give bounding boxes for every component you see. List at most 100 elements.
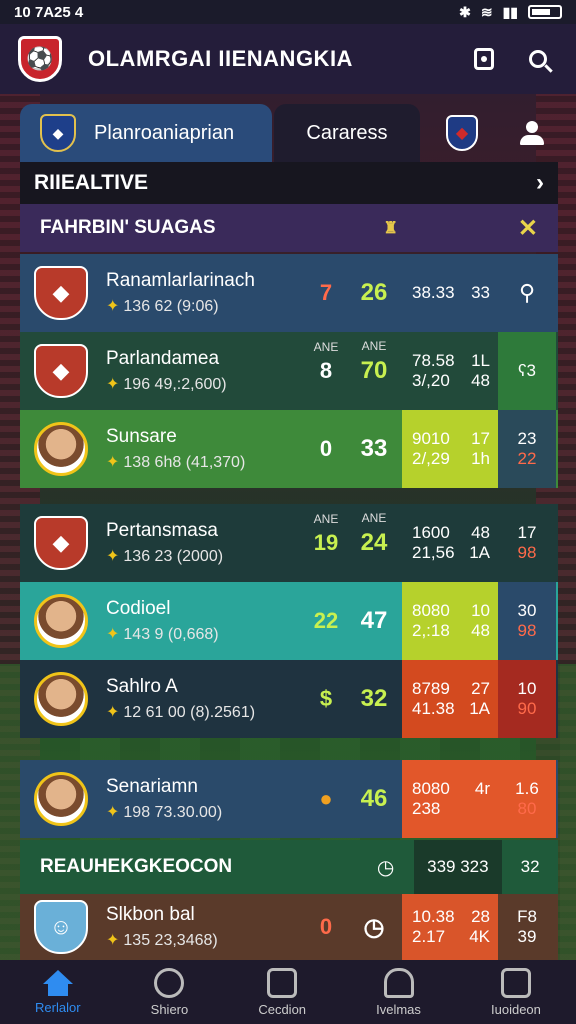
- section-header[interactable]: RIIEALTIVE ›: [20, 162, 558, 204]
- player-stats-line: ✦ 12 61 00 (8).2561): [106, 702, 306, 722]
- player-info: Ranamlarlarinach ✦ 136 62 (9:06): [106, 270, 306, 316]
- stat-value: 1A: [469, 699, 490, 718]
- stat-value: 38.33: [412, 283, 455, 302]
- tail-value: 22: [517, 449, 537, 468]
- player-stats-line: ✦ 136 23 (2000): [106, 546, 306, 566]
- player-stats-text: 138 6h8 (41,370): [123, 454, 246, 471]
- player-info: Pertansmasa ✦ 136 23 (2000): [106, 520, 306, 566]
- score-secondary-value: 33: [360, 435, 388, 462]
- tabbar-item-shield[interactable]: Shiero: [151, 967, 188, 1017]
- player-stats-text: 198 73.30.00): [123, 804, 223, 821]
- group-header: FAHRBIN' SUAGAS ♜ ✕: [20, 204, 558, 252]
- stats-block: 8080 4r 238: [402, 760, 498, 838]
- stat-value: 41.38: [412, 699, 455, 718]
- player-info: Slkbon bal ✦ 135 23,3468): [106, 904, 306, 950]
- stat-value: 48: [471, 523, 490, 542]
- table-row[interactable]: ◆ Ranamlarlarinach ✦ 136 62 (9:06) 7 26 38.33 3…: [20, 254, 558, 332]
- player-name: Codioel: [106, 598, 171, 619]
- tail-block[interactable]: ⚲: [498, 254, 556, 332]
- tail-value: 23: [517, 429, 537, 448]
- club-crest-button[interactable]: ◆: [446, 115, 478, 151]
- tab-active[interactable]: ◆ Planroaniaprian: [20, 104, 272, 162]
- section-title: RIIEALTIVE: [34, 171, 148, 194]
- avatar: ◆: [34, 266, 88, 320]
- search-button[interactable]: [518, 39, 558, 79]
- player-stats-line: ✦ 138 6h8 (41,370): [106, 452, 306, 472]
- notifications-button[interactable]: [464, 39, 504, 79]
- tail-value: 10: [517, 679, 537, 698]
- stat-icon: ✦: [106, 298, 120, 315]
- table-row[interactable]: Sahlro A ✦ 12 61 00 (8).2561) $32 8789 27 41.3…: [20, 660, 558, 738]
- tabbar-label: Ivelmas: [376, 1001, 421, 1017]
- wifi-icon: ≋: [480, 3, 493, 20]
- avatar: [34, 772, 88, 826]
- clock-icon[interactable]: ◷: [358, 855, 414, 880]
- stat-value: 2/,29: [412, 449, 450, 468]
- score-primary: $: [306, 686, 346, 712]
- table-row[interactable]: Codioel ✦ 143 9 (0,668) 22 47 8080 10 2,:18 48 30…: [20, 582, 558, 660]
- user-icon[interactable]: [518, 119, 546, 147]
- tabbar-item-profile[interactable]: Iuoideon: [491, 967, 541, 1017]
- player-stats-line: ✦ 135 23,3468): [106, 930, 306, 950]
- status-icons: ✱ ≋ ▮▮: [459, 4, 562, 21]
- score-label: ANE: [313, 340, 339, 354]
- score-secondary-value: 26: [360, 279, 388, 306]
- stat-value: 238: [412, 799, 441, 818]
- table-row[interactable]: ◆ Pertansmasa ✦ 136 23 (2000) ANE 19 ANE 24 1600…: [20, 504, 558, 582]
- table-row[interactable]: ◆ Parlandamea ✦ 196 49,:2,600) ANE 8 ANE 70 78.5…: [20, 332, 558, 410]
- tab-inactive[interactable]: Cararess: [274, 104, 420, 162]
- stat-value: 27: [471, 679, 490, 698]
- stat-value: 8080: [412, 601, 450, 620]
- shield-icon: [154, 967, 185, 998]
- score-secondary: ANE 24: [346, 511, 402, 557]
- player-stats-text: 136 62 (9:06): [123, 298, 219, 315]
- tail-block: 17 98: [498, 504, 556, 582]
- tabbar-item-home[interactable]: Rerlalor: [35, 969, 81, 1015]
- stat-value: 1A: [469, 543, 490, 562]
- status-time: 10 7A25 4: [14, 3, 84, 21]
- list-item[interactable]: ☺ Slkbon bal ✦ 135 23,3468) 0 ◷ 10.38 28 2…: [20, 894, 558, 960]
- stat-value: 8080: [412, 779, 450, 798]
- stat-value: 78.58: [412, 351, 455, 370]
- score-primary: 0: [319, 914, 333, 939]
- player-stats-text: 135 23,3468): [123, 932, 218, 949]
- clock-icon[interactable]: ◷: [346, 913, 402, 942]
- score-primary-value: 22: [313, 608, 339, 633]
- summary-value-2: 32: [520, 857, 540, 876]
- summary-row: REAUHEKGKEOCON ◷ 339 323 32: [20, 840, 558, 894]
- player-stats-line: ✦ 136 62 (9:06): [106, 296, 306, 316]
- tail-value: 98: [517, 543, 537, 562]
- stats-block: 8789 27 41.38 1A: [402, 660, 498, 738]
- bluetooth-icon: ✱: [459, 3, 471, 20]
- score-primary-value: 7: [319, 280, 333, 305]
- close-icon[interactable]: ✕: [518, 214, 538, 243]
- score-primary: ANE 19: [306, 512, 346, 556]
- player-info: Senariamn ✦ 198 73.30.00): [106, 776, 306, 822]
- stats-block: 9010 17 2/,29 1h: [402, 410, 498, 488]
- score-primary-value: ●: [319, 786, 333, 811]
- tail-value: 80: [517, 799, 537, 818]
- tabbar-label: Cecdion: [258, 1001, 307, 1017]
- stat-icon: ✦: [106, 932, 120, 949]
- stat-icon: ✦: [106, 704, 120, 721]
- tail-value: 30: [517, 601, 537, 620]
- table-row[interactable]: Sunsare ✦ 138 6h8 (41,370) 0 33 9010 17 2/,29 1h…: [20, 410, 558, 488]
- chevron-right-icon[interactable]: ›: [536, 169, 544, 197]
- stats-block: 38.33 33: [402, 254, 498, 332]
- player-stats-text: 136 23 (2000): [123, 548, 224, 565]
- tabbar-item-calendar[interactable]: Cecdion: [258, 967, 307, 1017]
- score-secondary-value: 47: [360, 607, 388, 634]
- pin-icon[interactable]: ⚲: [519, 280, 535, 306]
- tail-block: ʕ3: [498, 332, 556, 410]
- score-secondary: 26: [346, 279, 402, 307]
- team-icon: [383, 967, 414, 998]
- player-stats-line: ✦ 143 9 (0,668): [106, 624, 306, 644]
- avatar: [34, 594, 88, 648]
- tabbar-item-team[interactable]: Ivelmas: [376, 967, 421, 1017]
- tail-block: 30 98: [498, 582, 556, 660]
- player-stats-text: 196 49,:2,600): [123, 376, 227, 393]
- tab-row: ◆ Planroaniaprian Cararess ◆: [20, 104, 558, 162]
- stat-value: 1L: [471, 351, 490, 370]
- player-name: Sunsare: [106, 426, 177, 447]
- table-row[interactable]: Senariamn ✦ 198 73.30.00) ● 46 8080 4r 238 1.6 80: [20, 760, 558, 838]
